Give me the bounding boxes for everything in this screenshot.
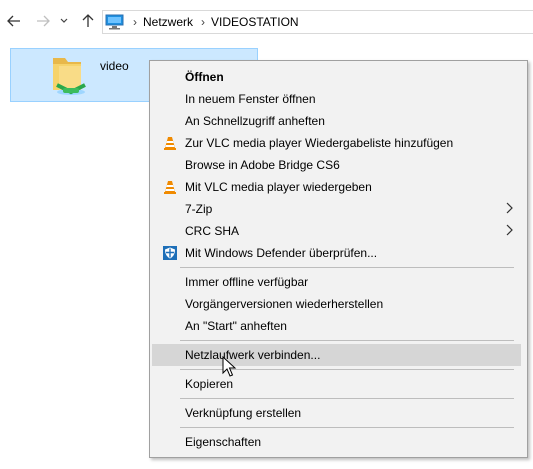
menu-item-label: Mit Windows Defender überprüfen... <box>185 246 378 260</box>
recent-locations-button[interactable] <box>57 11 71 31</box>
menu-item-label: Vorgängerversionen wiederherstellen <box>185 297 384 311</box>
vlc-icon <box>164 137 176 150</box>
back-button[interactable] <box>4 11 24 31</box>
arrow-left-icon <box>7 15 20 27</box>
defender-shield-icon <box>163 246 177 260</box>
menu-item-label: Eigenschaften <box>185 435 262 449</box>
breadcrumb-item-videostation[interactable]: VIDEOSTATION <box>211 15 299 29</box>
menu-item-vlc-add-playlist[interactable]: Zur VLC media player Wiedergabeliste hin… <box>152 132 525 154</box>
menu-item-label: Mit VLC media player wiedergeben <box>185 180 372 194</box>
chevron-down-icon <box>60 18 68 23</box>
menu-item-properties[interactable]: Eigenschaften <box>152 431 525 453</box>
chevron-right-icon <box>506 224 513 236</box>
menu-item-label: 7-Zip <box>185 202 213 216</box>
forward-button[interactable] <box>33 11 53 31</box>
menu-item-label: In neuem Fenster öffnen <box>185 92 316 106</box>
context-menu: Öffnen In neuem Fenster öffnen An Schnel… <box>149 60 528 458</box>
menu-item-always-offline[interactable]: Immer offline verfügbar <box>152 271 525 293</box>
menu-item-pin-quick-access[interactable]: An Schnellzugriff anheften <box>152 110 525 132</box>
mouse-cursor-icon <box>222 356 237 377</box>
menu-item-label: Zur VLC media player Wiedergabeliste hin… <box>185 136 454 150</box>
arrow-up-icon <box>82 14 94 27</box>
chevron-right-icon <box>506 202 513 214</box>
breadcrumb-separator: › <box>201 15 206 29</box>
menu-item-label: Kopieren <box>185 377 234 391</box>
menu-item-label: Browse in Adobe Bridge CS6 <box>185 158 340 172</box>
menu-divider <box>180 340 514 341</box>
menu-item-label: Immer offline verfügbar <box>185 275 309 289</box>
vlc-icon <box>164 181 176 194</box>
menu-item-map-network-drive[interactable]: Netzlaufwerk verbinden... <box>152 344 521 366</box>
menu-item-open[interactable]: Öffnen <box>152 66 525 88</box>
menu-item-label: An Schnellzugriff anheften <box>185 114 325 128</box>
network-folder-icon <box>53 58 86 95</box>
arrow-right-icon <box>37 15 50 27</box>
menu-item-adobe-bridge[interactable]: Browse in Adobe Bridge CS6 <box>152 154 525 176</box>
menu-item-vlc-play[interactable]: Mit VLC media player wiedergeben <box>152 176 525 198</box>
menu-item-label: Öffnen <box>185 70 224 84</box>
menu-item-create-shortcut[interactable]: Verknüpfung erstellen <box>152 402 525 424</box>
menu-item-label: CRC SHA <box>185 224 240 238</box>
navigation-bar: › Netzwerk › VIDEOSTATION <box>0 0 533 44</box>
menu-item-open-new-window[interactable]: In neuem Fenster öffnen <box>152 88 525 110</box>
menu-divider <box>180 427 514 428</box>
menu-item-7zip[interactable]: 7-Zip <box>152 198 525 220</box>
menu-item-copy[interactable]: Kopieren <box>152 373 525 395</box>
breadcrumb-item-netzwerk[interactable]: Netzwerk <box>143 15 193 29</box>
address-bar[interactable]: › Netzwerk › VIDEOSTATION <box>102 10 533 34</box>
menu-divider <box>180 267 514 268</box>
menu-item-label: An "Start" anheften <box>185 319 287 333</box>
network-icon <box>105 14 124 30</box>
menu-item-label: Verknüpfung erstellen <box>185 406 302 420</box>
breadcrumb-separator: › <box>133 15 137 29</box>
menu-item-crc-sha[interactable]: CRC SHA <box>152 220 525 242</box>
menu-item-label: Netzlaufwerk verbinden... <box>185 348 321 362</box>
menu-item-windows-defender[interactable]: Mit Windows Defender überprüfen... <box>152 242 525 264</box>
menu-item-pin-start[interactable]: An "Start" anheften <box>152 315 525 337</box>
folder-name: video <box>100 59 129 73</box>
menu-item-restore-previous[interactable]: Vorgängerversionen wiederherstellen <box>152 293 525 315</box>
menu-divider <box>180 398 514 399</box>
up-button[interactable] <box>78 11 98 31</box>
